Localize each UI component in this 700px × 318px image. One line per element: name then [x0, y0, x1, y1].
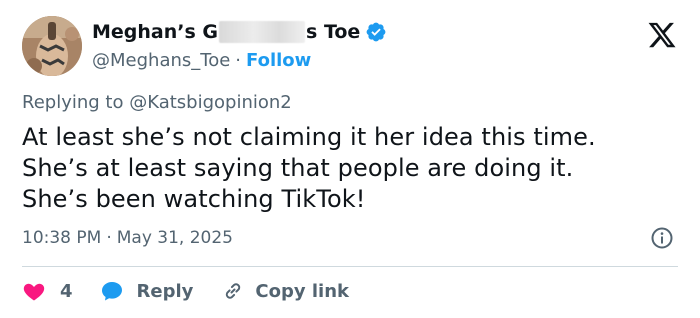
timestamp-time[interactable]: 10:38 PM [22, 228, 101, 248]
replying-prefix: Replying to [22, 92, 124, 113]
replying-mention-link[interactable]: @Katsbigopinion2 [129, 92, 292, 113]
follow-button[interactable]: Follow [246, 50, 311, 71]
handle-row: @Meghans_Toe · Follow [92, 47, 387, 73]
timestamp[interactable]: 10:38 PM · May 31, 2025 [22, 228, 233, 248]
display-name-end[interactable]: s Toe [306, 21, 360, 43]
display-name-start[interactable]: Meghan’s G [92, 21, 218, 43]
x-logo-icon[interactable] [646, 20, 678, 50]
tweet-text: At least she’s not claiming it her idea … [22, 122, 682, 215]
tweet-card: Meghan’s G s Toe @Meghans_Toe · Follow R… [0, 0, 700, 318]
copy-link-label[interactable]: Copy link [255, 281, 349, 302]
link-icon [226, 283, 241, 299]
handle[interactable]: @Meghans_Toe [92, 50, 230, 71]
tweet-text-line: She’s at least saying that people are do… [22, 154, 574, 182]
timestamp-date[interactable]: May 31, 2025 [117, 228, 233, 248]
handle-separator: · [235, 49, 242, 71]
info-icon[interactable] [650, 226, 674, 250]
timestamp-separator: · [106, 228, 112, 248]
redaction-blur [219, 21, 306, 43]
action-bar: 4 Reply Copy link [22, 276, 349, 306]
tweet-text-line: She’s been watching TikTok! [22, 185, 366, 213]
like-count: 4 [60, 280, 73, 302]
heart-icon [23, 283, 45, 301]
copy-link-button[interactable]: Copy link [221, 279, 349, 303]
avatar-image [22, 16, 82, 76]
replying-to-line: Replying to @Katsbigopinion2 [22, 92, 292, 113]
author-block: Meghan’s G s Toe @Meghans_Toe · Follow [92, 19, 387, 73]
verified-badge-icon [366, 22, 386, 42]
like-button[interactable]: 4 [22, 279, 73, 303]
divider [22, 266, 678, 267]
display-name-row[interactable]: Meghan’s G s Toe [92, 19, 387, 45]
tweet-text-line: At least she’s not claiming it her idea … [22, 123, 596, 151]
reply-button[interactable]: Reply [99, 279, 194, 303]
reply-label[interactable]: Reply [137, 281, 194, 302]
speech-bubble-icon [101, 282, 122, 301]
avatar[interactable] [22, 16, 82, 76]
